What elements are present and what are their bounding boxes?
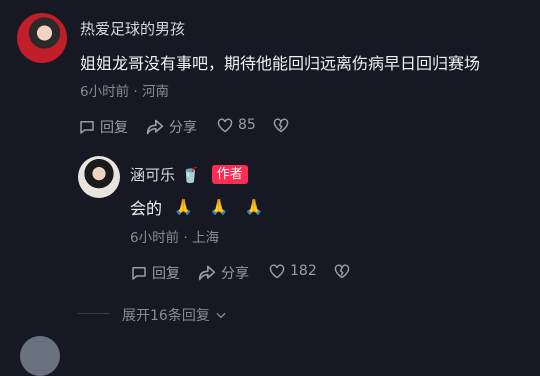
next-comment-avatar[interactable] [20,336,60,376]
comment-username[interactable]: 热爱足球的男孩 [80,18,185,39]
heart-icon [268,263,286,279]
reply-dislike-button[interactable] [333,263,351,279]
share-label: 分享 [169,120,197,136]
reply-username[interactable]: 涵可乐 [130,164,175,185]
like-count: 85 [238,117,256,133]
chevron-down-icon [214,308,228,322]
broken-heart-icon [333,263,351,279]
reply-label: 回复 [152,266,180,282]
reply-label: 回复 [100,120,128,136]
dislike-button[interactable] [272,117,290,133]
heart-icon [216,117,234,133]
expand-label: 展开16条回复 [122,308,210,324]
reply-icon [130,264,148,282]
expand-replies-button[interactable]: 展开16条回复 [122,305,228,325]
cup-icon: 🥤 [181,165,200,184]
share-button[interactable]: 分享 [145,117,197,137]
share-icon [197,264,217,282]
reply-like-button[interactable]: 182 [268,263,317,279]
like-button[interactable]: 85 [216,117,256,133]
pray-emojis: 🙏 🙏 🙏 [174,198,270,216]
reply-time-location: 6小时前 · 上海 [130,230,219,246]
avatar[interactable] [17,13,67,63]
author-badge: 作者 [211,165,248,184]
reply-header: 涵可乐 🥤 作者 [130,164,248,185]
reply-avatar[interactable] [78,156,120,198]
expand-divider [78,313,110,314]
reply-icon [78,118,96,136]
reply-share-button[interactable]: 分享 [197,263,249,283]
reply-reply-button[interactable]: 回复 [130,263,180,283]
reply-text: 会的 [130,199,163,218]
comment-text: 姐姐龙哥没有事吧，期待他能回归远离伤病早日回归赛场 [80,54,481,73]
reply-button[interactable]: 回复 [78,117,128,137]
broken-heart-icon [272,117,290,133]
share-label: 分享 [221,266,249,282]
share-icon [145,118,165,136]
reply-body: 会的 🙏 🙏 🙏 [130,195,270,219]
like-count: 182 [290,263,317,279]
comment-time-location: 6小时前 · 河南 [80,84,169,100]
